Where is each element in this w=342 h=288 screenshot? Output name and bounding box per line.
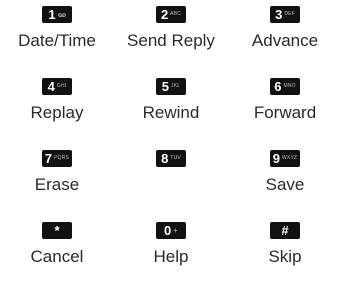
key-7-button[interactable]: 7 PQRS — [42, 150, 72, 167]
voicemail-keypad: 1 Date/Time 2 ABC Send Reply 3 DEF Advan… — [0, 0, 342, 288]
key-cell-3[interactable]: 3 DEF Advance — [228, 0, 342, 72]
key-4-digit: 4 — [47, 79, 55, 94]
key-5-letters: JKL — [171, 83, 181, 89]
key-3-digit: 3 — [275, 7, 283, 22]
key-6-letters: MNO — [283, 83, 296, 89]
key-0-plus: + — [173, 225, 179, 235]
key-cell-7[interactable]: 7 PQRS Erase — [0, 144, 114, 216]
key-4-label: Replay — [30, 103, 84, 122]
key-8-letters: TUV — [170, 155, 181, 161]
key-cell-5[interactable]: 5 JKL Rewind — [114, 72, 228, 144]
key-9-label: Save — [265, 175, 305, 194]
key-2-letters: ABC — [170, 11, 182, 17]
key-0-digit: 0 — [163, 223, 172, 238]
key-star-label: Cancel — [30, 247, 84, 266]
key-hash-label: Skip — [268, 247, 302, 266]
key-3-button[interactable]: 3 DEF — [270, 6, 300, 23]
key-2-button[interactable]: 2 ABC — [156, 6, 186, 23]
key-8-digit: 8 — [161, 151, 169, 166]
key-cell-0[interactable]: 0 + Help — [114, 216, 228, 288]
key-7-label: Erase — [34, 175, 80, 194]
key-4-letters: GHI — [56, 83, 67, 89]
key-6-digit: 6 — [274, 79, 282, 94]
key-cell-hash[interactable]: # Skip — [228, 216, 342, 288]
key-8-button[interactable]: 8 TUV — [156, 150, 186, 167]
voicemail-icon — [57, 12, 66, 18]
key-1-label: Date/Time — [18, 31, 96, 50]
key-2-label: Send Reply — [127, 31, 215, 50]
key-7-digit: 7 — [44, 151, 53, 166]
key-5-label: Rewind — [142, 103, 200, 122]
key-cell-6[interactable]: 6 MNO Forward — [228, 72, 342, 144]
key-2-digit: 2 — [160, 7, 169, 22]
key-hash-button[interactable]: # — [270, 222, 300, 239]
key-cell-2[interactable]: 2 ABC Send Reply — [114, 0, 228, 72]
key-0-label: Help — [153, 247, 189, 266]
key-cell-star[interactable]: * Cancel — [0, 216, 114, 288]
key-9-letters: WXYZ — [281, 155, 298, 161]
key-4-button[interactable]: 4 GHI — [42, 78, 72, 95]
key-5-button[interactable]: 5 JKL — [156, 78, 186, 95]
key-6-label: Forward — [253, 103, 317, 122]
key-6-button[interactable]: 6 MNO — [270, 78, 300, 95]
key-3-label: Advance — [251, 31, 319, 50]
key-star-button[interactable]: * — [42, 222, 72, 239]
key-1-button[interactable]: 1 — [42, 6, 72, 23]
key-cell-8[interactable]: 8 TUV — [114, 144, 228, 216]
key-5-digit: 5 — [161, 79, 169, 94]
key-7-letters: PQRS — [54, 155, 70, 161]
key-cell-4[interactable]: 4 GHI Replay — [0, 72, 114, 144]
key-9-button[interactable]: 9 WXYZ — [270, 150, 300, 167]
key-cell-9[interactable]: 9 WXYZ Save — [228, 144, 342, 216]
key-star-symbol: * — [54, 223, 60, 238]
key-3-letters: DEF — [284, 11, 295, 17]
key-9-digit: 9 — [272, 151, 280, 166]
key-hash-symbol: # — [281, 223, 289, 238]
key-cell-1[interactable]: 1 Date/Time — [0, 0, 114, 72]
key-1-digit: 1 — [48, 7, 56, 22]
key-0-button[interactable]: 0 + — [156, 222, 186, 239]
